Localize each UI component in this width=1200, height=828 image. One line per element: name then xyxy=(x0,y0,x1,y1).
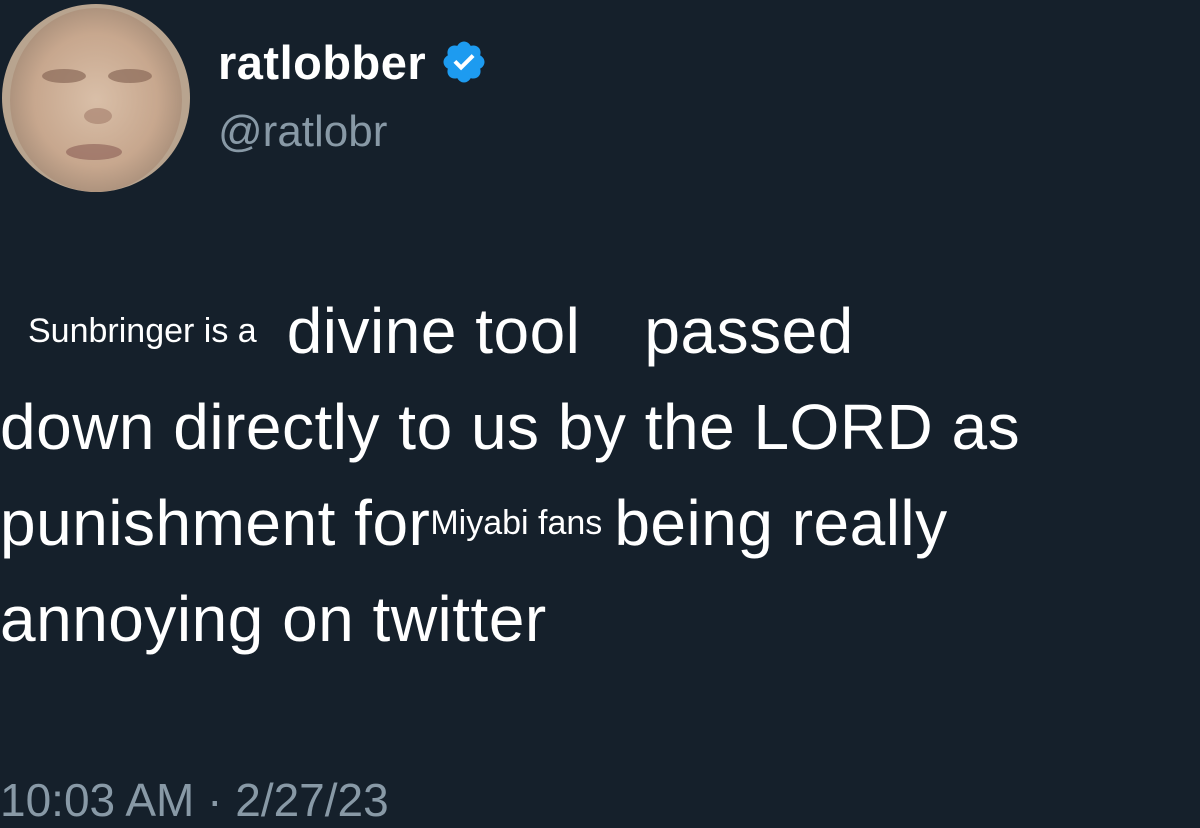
tweet-text: Sunbringer is a divine tool passed down … xyxy=(0,283,1200,667)
tweet-timestamp[interactable]: 10:03 AM · 2/27/23 xyxy=(0,772,389,828)
user-handle[interactable]: @ratlobr xyxy=(218,104,387,160)
tweet-text-small: Sunbringer is a xyxy=(28,311,257,350)
tweet-text-segment: being really xyxy=(614,487,948,559)
verified-badge-icon xyxy=(440,38,488,86)
tweet-line-4: annoying on twitter xyxy=(0,571,1200,667)
tweet-text-segment: annoying on twitter xyxy=(0,583,547,655)
tweet-text-segment: down directly to us by the LORD as xyxy=(0,391,1021,463)
author-row: ratlobber xyxy=(218,30,488,94)
tweet-text-small: Miyabi fans xyxy=(430,503,603,542)
tweet-text-segment: passed xyxy=(644,295,854,367)
tweet-line-3: punishment for Miyabi fans being really xyxy=(0,475,1200,571)
avatar[interactable] xyxy=(2,4,190,192)
tweet-text-segment: punishment for xyxy=(0,487,431,559)
tweet-line-1: Sunbringer is a divine tool passed xyxy=(0,283,1200,379)
display-name[interactable]: ratlobber xyxy=(218,35,426,90)
tweet-text-segment: divine tool xyxy=(286,295,581,367)
tweet-line-2: down directly to us by the LORD as xyxy=(0,379,1200,475)
